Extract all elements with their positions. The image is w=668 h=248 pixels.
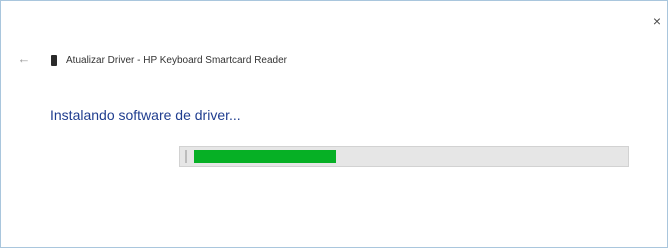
progress-fill [194,150,336,163]
dialog-title-row: Atualizar Driver - HP Keyboard Smartcard… [51,53,287,67]
update-driver-dialog: × ← Atualizar Driver - HP Keyboard Smart… [0,0,668,248]
status-heading: Instalando software de driver... [50,107,241,123]
back-button[interactable]: ← [15,51,33,67]
smartcard-reader-icon [51,54,57,66]
close-icon: × [652,13,662,29]
dialog-title: Atualizar Driver - HP Keyboard Smartcard… [66,54,288,66]
progress-bar [179,146,629,167]
close-button[interactable]: × [649,13,665,29]
back-arrow-icon: ← [17,51,31,66]
progress-start-marker [185,150,187,163]
